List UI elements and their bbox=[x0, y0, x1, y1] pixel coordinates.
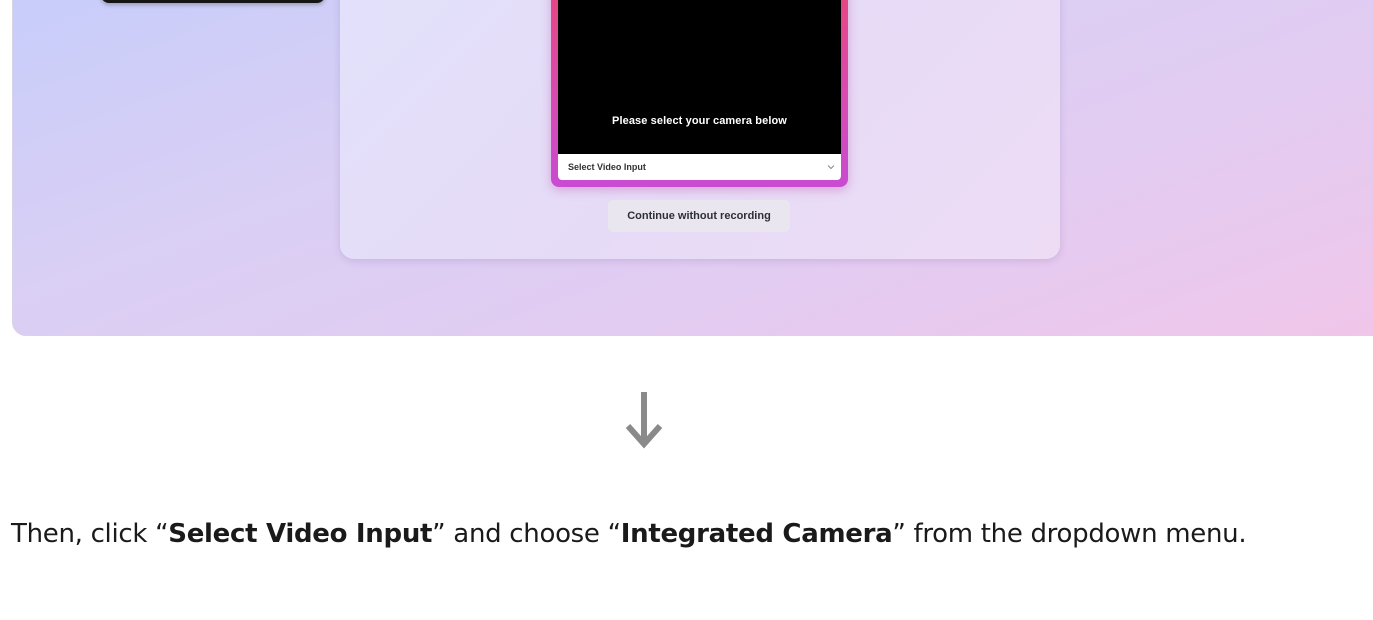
camera-preview: Please select your camera below bbox=[558, 0, 841, 154]
instruction-highlight-select-video-input: Select Video Input bbox=[168, 519, 433, 549]
arrow-down-icon bbox=[624, 390, 664, 450]
video-input-select-label: Select Video Input bbox=[568, 162, 646, 172]
instruction-part: ” from the dropdown menu. bbox=[892, 519, 1247, 549]
instruction-part: Then, click “ bbox=[11, 519, 169, 549]
dark-toolbar-pill[interactable] bbox=[101, 0, 325, 3]
app-screenshot: Please select your camera below Select V… bbox=[12, 0, 1373, 336]
continue-without-recording-button[interactable]: Continue without recording bbox=[608, 200, 790, 232]
recording-card: Please select your camera below Select V… bbox=[340, 0, 1060, 259]
chevron-down-icon bbox=[827, 163, 835, 172]
camera-preview-frame: Please select your camera below Select V… bbox=[551, 0, 848, 187]
tutorial-step: Please select your camera below Select V… bbox=[0, 0, 1373, 620]
instruction-part: ” and choose “ bbox=[432, 519, 621, 549]
video-input-select[interactable]: Select Video Input bbox=[558, 154, 841, 180]
instruction-text: Then, click “Select Video Input” and cho… bbox=[11, 519, 1247, 549]
instruction-highlight-integrated-camera: Integrated Camera bbox=[620, 519, 893, 549]
camera-message: Please select your camera below bbox=[612, 115, 787, 127]
